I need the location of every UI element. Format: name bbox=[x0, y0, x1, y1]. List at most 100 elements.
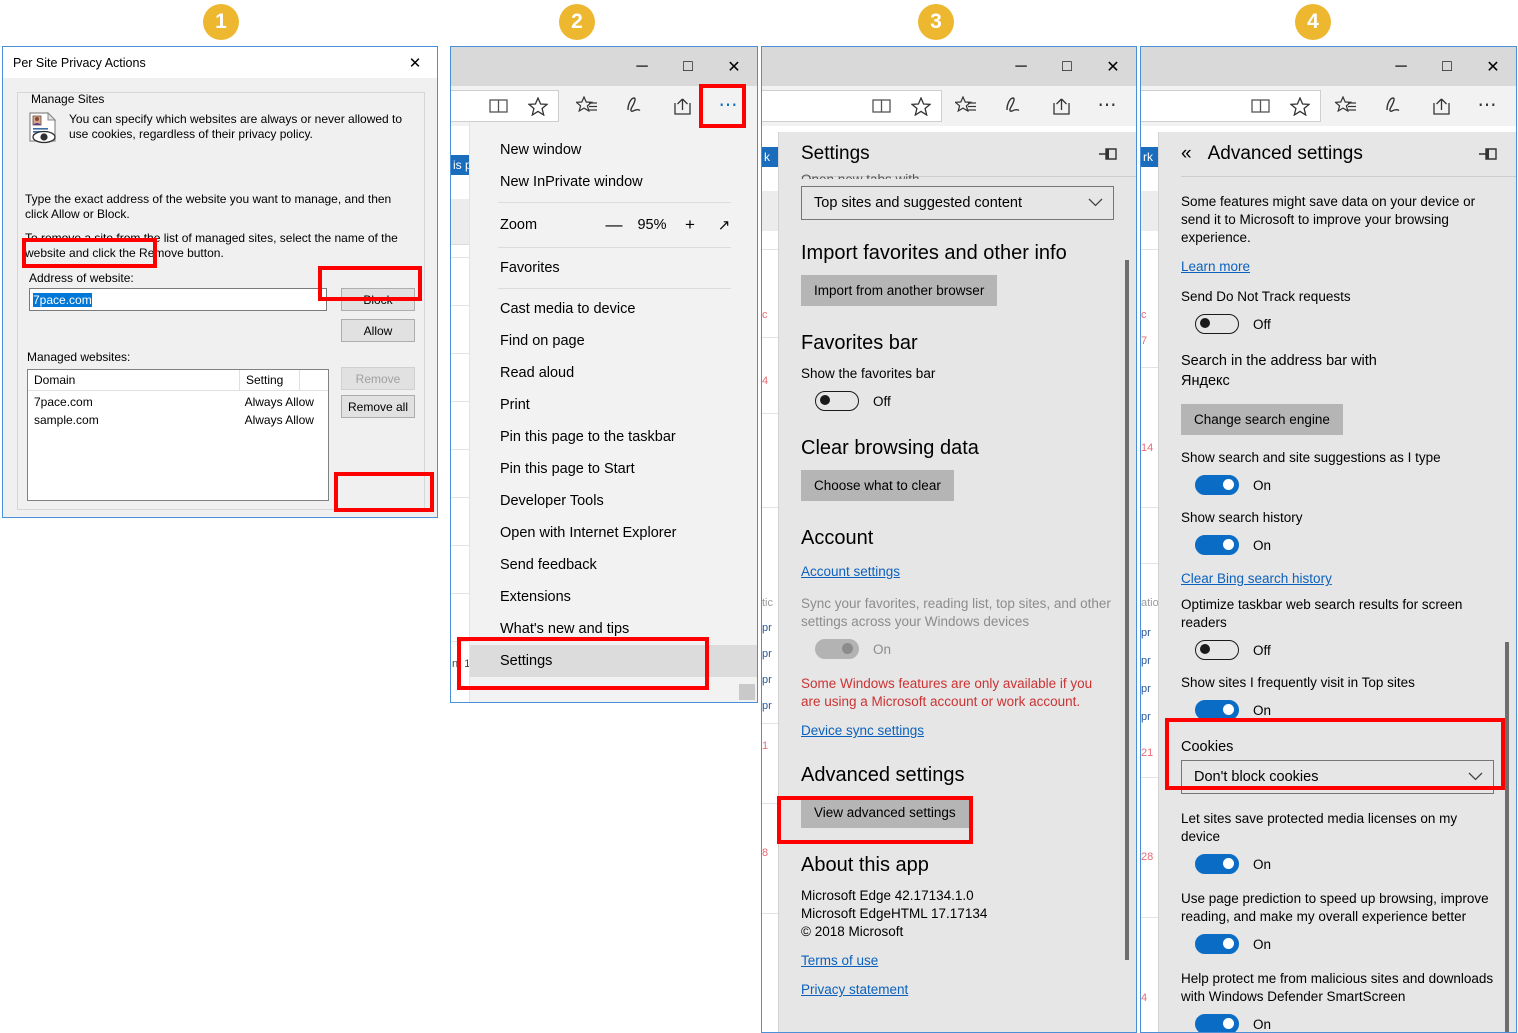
share-icon[interactable] bbox=[1042, 90, 1082, 122]
minimize-icon[interactable]: ─ bbox=[1378, 47, 1424, 86]
favorite-star-icon[interactable] bbox=[518, 90, 558, 122]
menu-item-settings[interactable]: Settings bbox=[470, 645, 757, 677]
menu-item-pin-this-page-to-start[interactable]: Pin this page to Start bbox=[470, 453, 757, 485]
about-version-edgehtml: Microsoft EdgeHTML 17.17134 bbox=[801, 906, 988, 921]
show-suggestions-toggle[interactable]: On bbox=[1181, 475, 1494, 495]
zoom-out-icon[interactable]: — bbox=[597, 215, 631, 235]
address-bar[interactable] bbox=[1141, 90, 1321, 122]
toggle-switch[interactable] bbox=[1195, 640, 1239, 660]
view-advanced-settings-button[interactable]: View advanced settings bbox=[801, 797, 969, 828]
menu-item-find-on-page[interactable]: Find on page bbox=[470, 325, 757, 357]
advanced-settings-scrollbar[interactable] bbox=[1505, 642, 1509, 1032]
choose-what-to-clear-button[interactable]: Choose what to clear bbox=[801, 470, 954, 501]
minimize-icon[interactable]: ─ bbox=[998, 47, 1044, 86]
account-settings-link[interactable]: Account settings bbox=[801, 564, 900, 579]
background-fragment: c bbox=[1141, 309, 1147, 321]
show-search-history-toggle[interactable]: On bbox=[1181, 535, 1494, 555]
open-new-tabs-select[interactable]: Top sites and suggested content bbox=[801, 186, 1114, 220]
address-bar[interactable] bbox=[762, 90, 942, 122]
optimize-taskbar-toggle[interactable]: Off bbox=[1181, 640, 1494, 660]
address-input[interactable]: 7pace.com bbox=[29, 288, 327, 311]
menu-item-extensions[interactable]: Extensions bbox=[470, 581, 757, 613]
reading-view-icon[interactable] bbox=[861, 90, 901, 122]
share-icon[interactable] bbox=[1422, 90, 1462, 122]
toggle-switch[interactable] bbox=[1195, 475, 1239, 495]
device-sync-settings-link[interactable]: Device sync settings bbox=[801, 723, 924, 738]
minimize-icon[interactable]: ─ bbox=[619, 47, 665, 86]
favorite-star-icon[interactable] bbox=[1280, 90, 1320, 122]
menu-item-print[interactable]: Print bbox=[470, 389, 757, 421]
menu-item-pin-this-page-to-the-taskbar[interactable]: Pin this page to the taskbar bbox=[470, 421, 757, 453]
toggle-switch[interactable] bbox=[815, 639, 859, 659]
page-prediction-toggle[interactable]: On bbox=[1181, 934, 1494, 954]
toggle-switch[interactable] bbox=[1195, 934, 1239, 954]
media-licenses-toggle[interactable]: On bbox=[1181, 854, 1494, 874]
import-from-another-browser-button[interactable]: Import from another browser bbox=[801, 275, 998, 306]
menu-item-whats-new-and-tips[interactable]: What's new and tips bbox=[470, 613, 757, 645]
more-actions-icon[interactable]: ⋯ bbox=[1468, 90, 1508, 122]
show-favorites-bar-toggle[interactable]: Off bbox=[801, 391, 1114, 411]
menu-item-zoom[interactable]: Zoom — 95% + ↗ bbox=[470, 207, 757, 243]
share-icon[interactable] bbox=[663, 90, 703, 122]
privacy-statement-link[interactable]: Privacy statement bbox=[801, 982, 908, 997]
remove-all-button[interactable]: Remove all bbox=[341, 395, 415, 418]
favorites-hub-icon[interactable] bbox=[567, 90, 607, 122]
settings-scrollbar[interactable] bbox=[1125, 260, 1129, 960]
maximize-icon[interactable]: □ bbox=[1044, 47, 1090, 86]
toggle-switch[interactable] bbox=[1195, 535, 1239, 555]
address-bar[interactable] bbox=[451, 90, 559, 122]
cookies-select[interactable]: Don't block cookies bbox=[1181, 760, 1494, 794]
window-resize-handle[interactable] bbox=[739, 684, 755, 700]
toggle-switch[interactable] bbox=[815, 391, 859, 411]
maximize-icon[interactable]: □ bbox=[1424, 47, 1470, 86]
reading-view-icon[interactable] bbox=[478, 90, 518, 122]
table-row[interactable]: sample.com Always Allow bbox=[28, 413, 328, 431]
fullscreen-icon[interactable]: ↗ bbox=[707, 216, 741, 234]
more-actions-icon[interactable]: ⋯ bbox=[709, 90, 749, 127]
menu-item-new-inprivate-window[interactable]: New InPrivate window bbox=[470, 166, 757, 198]
allow-button[interactable]: Allow bbox=[341, 319, 415, 342]
reading-view-icon[interactable] bbox=[1240, 90, 1280, 122]
pin-icon[interactable] bbox=[1478, 145, 1498, 167]
smartscreen-toggle[interactable]: On bbox=[1181, 1014, 1494, 1032]
maximize-icon[interactable]: □ bbox=[665, 47, 711, 86]
back-arrow-icon[interactable]: « bbox=[1181, 143, 1192, 165]
menu-item-read-aloud[interactable]: Read aloud bbox=[470, 357, 757, 389]
close-icon[interactable]: ✕ bbox=[1090, 47, 1136, 86]
menu-item-send-feedback[interactable]: Send feedback bbox=[470, 549, 757, 581]
table-row[interactable]: 7pace.com Always Allow bbox=[28, 395, 328, 413]
do-not-track-toggle[interactable]: Off bbox=[1181, 314, 1494, 334]
zoom-in-icon[interactable]: + bbox=[673, 215, 707, 235]
toggle-switch[interactable] bbox=[1195, 854, 1239, 874]
terms-of-use-link[interactable]: Terms of use bbox=[801, 953, 878, 968]
toggle-switch[interactable] bbox=[1195, 314, 1239, 334]
close-icon[interactable]: ✕ bbox=[711, 47, 757, 86]
web-note-pen-icon[interactable] bbox=[994, 90, 1034, 122]
learn-more-link[interactable]: Learn more bbox=[1181, 259, 1250, 274]
clear-bing-search-history-link[interactable]: Clear Bing search history bbox=[1181, 571, 1332, 586]
toggle-switch[interactable] bbox=[1195, 700, 1239, 720]
close-icon[interactable]: ✕ bbox=[1470, 47, 1516, 86]
close-icon[interactable]: ✕ bbox=[393, 48, 437, 78]
menu-item-favorites[interactable]: Favorites bbox=[470, 252, 757, 284]
menu-item-open-with-internet-explorer[interactable]: Open with Internet Explorer bbox=[470, 517, 757, 549]
web-note-pen-icon[interactable] bbox=[1374, 90, 1414, 122]
column-header-setting[interactable]: Setting bbox=[240, 370, 300, 390]
web-note-pen-icon[interactable] bbox=[615, 90, 655, 122]
top-sites-toggle[interactable]: On bbox=[1181, 700, 1494, 720]
column-header-domain[interactable]: Domain bbox=[28, 370, 240, 390]
managed-websites-list[interactable]: Domain Setting 7pace.com Always Allow sa… bbox=[27, 369, 329, 501]
toggle-switch[interactable] bbox=[1195, 1014, 1239, 1032]
favorites-hub-icon[interactable] bbox=[1326, 90, 1366, 122]
favorites-hub-icon[interactable] bbox=[946, 90, 986, 122]
block-button[interactable]: Block bbox=[341, 288, 415, 311]
menu-item-new-window[interactable]: New window bbox=[470, 134, 757, 166]
menu-item-cast-media-to-device[interactable]: Cast media to device bbox=[470, 293, 757, 325]
background-fragment: pr bbox=[762, 700, 772, 712]
more-actions-icon[interactable]: ⋯ bbox=[1088, 90, 1128, 122]
pin-icon[interactable] bbox=[1098, 145, 1118, 167]
sync-toggle[interactable]: On bbox=[801, 639, 1114, 659]
change-search-engine-button[interactable]: Change search engine bbox=[1181, 404, 1343, 435]
favorite-star-icon[interactable] bbox=[901, 90, 941, 122]
menu-item-developer-tools[interactable]: Developer Tools bbox=[470, 485, 757, 517]
